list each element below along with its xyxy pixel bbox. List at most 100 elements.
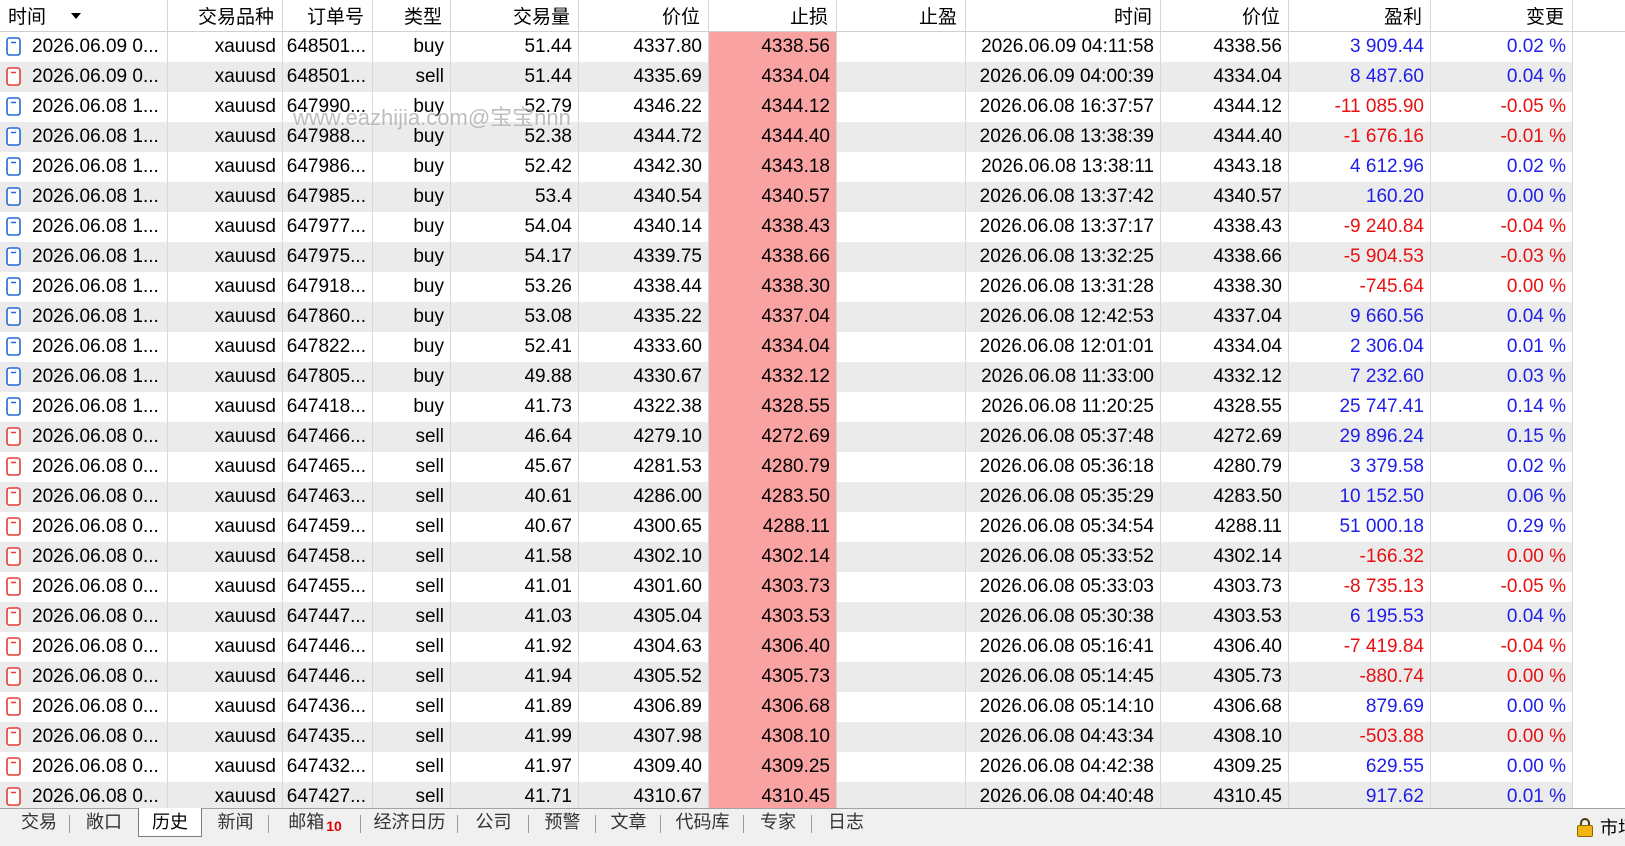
history-row[interactable]: 2026.06.08 0... xauusd 647446... sell 41.94 4… (0, 662, 1625, 692)
history-row[interactable]: 2026.06.08 0... xauusd 647427... sell 41.71 4… (0, 782, 1625, 808)
column-header-label: 时间 (8, 7, 47, 28)
history-row[interactable]: 2026.06.08 1... xauusd 647986... buy 52.42 43… (0, 152, 1625, 182)
open-price-value: 4286.00 (633, 486, 702, 507)
type-value: sell (415, 666, 444, 687)
order-id-value: 647447... (286, 606, 366, 627)
order-id-cell: 647418... (283, 392, 373, 422)
tab-market[interactable]: 市场 (1574, 809, 1625, 845)
change-cell: 0.02 % (1431, 32, 1573, 62)
tab-code-base[interactable]: 代码库 (661, 808, 744, 837)
volume-cell: 53.4 (451, 182, 579, 212)
type-cell: sell (373, 512, 451, 542)
column-header-symbol[interactable]: 交易品种 (168, 0, 283, 31)
column-header-label: 交易量 (512, 7, 570, 28)
volume-cell: 54.17 (451, 242, 579, 272)
close-time-value: 2026.06.08 04:42:38 (979, 756, 1154, 777)
profit-cell: 10 152.50 (1289, 482, 1431, 512)
history-row[interactable]: 2026.06.08 0... xauusd 647459... sell 40.67 4… (0, 512, 1625, 542)
sell-order-icon (6, 667, 21, 686)
history-row[interactable]: 2026.06.08 0... xauusd 647446... sell 41.92 4… (0, 632, 1625, 662)
column-header-open-price[interactable]: 价位 (579, 0, 709, 31)
tab-alerts[interactable]: 预警 (529, 808, 596, 837)
symbol-value: xauusd (214, 366, 276, 387)
history-row[interactable]: 2026.06.08 0... xauusd 647435... sell 41.99 4… (0, 722, 1625, 752)
column-header-open-time[interactable]: 时间 (0, 0, 168, 31)
stop-loss-cell: 4280.79 (709, 452, 837, 482)
history-row[interactable]: 2026.06.08 1... xauusd 647975... buy 54.17 43… (0, 242, 1625, 272)
history-row[interactable]: 2026.06.08 1... xauusd 647977... buy 54.04 43… (0, 212, 1625, 242)
symbol-value: xauusd (214, 726, 276, 747)
tab-experts[interactable]: 专家 (744, 808, 812, 837)
column-header-type[interactable]: 类型 (373, 0, 451, 31)
history-row[interactable]: 2026.06.08 0... xauusd 647458... sell 41.58 4… (0, 542, 1625, 572)
history-row[interactable]: 2026.06.08 0... xauusd 647436... sell 41.89 4… (0, 692, 1625, 722)
tab-company[interactable]: 公司 (458, 808, 529, 837)
history-row[interactable]: 2026.06.08 0... xauusd 647465... sell 45.67 4… (0, 452, 1625, 482)
open-price-cell: 4300.65 (579, 512, 709, 542)
history-row[interactable]: 2026.06.08 1... xauusd 647805... buy 49.88 43… (0, 362, 1625, 392)
change-value: 0.04 % (1506, 606, 1566, 627)
close-price-value: 4340.57 (1213, 186, 1282, 207)
history-row[interactable]: 2026.06.08 1... xauusd 647860... buy 53.08 43… (0, 302, 1625, 332)
type-cell: buy (373, 182, 451, 212)
history-row[interactable]: 2026.06.08 1... xauusd 647418... buy 41.73 43… (0, 392, 1625, 422)
change-value: 0.00 % (1506, 186, 1566, 207)
history-row[interactable]: 2026.06.08 1... xauusd 647988... buy 52.38 43… (0, 122, 1625, 152)
symbol-cell: xauusd (168, 452, 283, 482)
stop-loss-value: 4302.14 (761, 546, 830, 567)
open-time-cell: 2026.06.08 0... (0, 782, 168, 808)
volume-cell: 40.67 (451, 512, 579, 542)
history-row[interactable]: 2026.06.09 0... xauusd 648501... sell 51.44 4… (0, 62, 1625, 92)
history-row[interactable]: 2026.06.08 0... xauusd 647463... sell 40.61 4… (0, 482, 1625, 512)
tab-history[interactable]: 历史 (138, 808, 202, 837)
history-row[interactable]: 2026.06.08 1... xauusd 647990... buy 52.79 43… (0, 92, 1625, 122)
order-id-cell: 647436... (283, 692, 373, 722)
history-row[interactable]: 2026.06.08 1... xauusd 647985... buy 53.4 434… (0, 182, 1625, 212)
history-row[interactable]: 2026.06.08 1... xauusd 647822... buy 52.41 43… (0, 332, 1625, 362)
history-row[interactable]: 2026.06.08 0... xauusd 647455... sell 41.01 4… (0, 572, 1625, 602)
history-row[interactable]: 2026.06.08 0... xauusd 647466... sell 46.64 4… (0, 422, 1625, 452)
type-value: sell (415, 726, 444, 747)
type-cell: buy (373, 332, 451, 362)
tab-exposure[interactable]: 敞口 (70, 808, 138, 837)
order-id-value: 648501... (286, 36, 366, 57)
tab-trade[interactable]: 交易 (8, 808, 70, 837)
type-value: sell (415, 786, 444, 807)
history-row[interactable]: 2026.06.09 0... xauusd 648501... buy 51.44 43… (0, 32, 1625, 62)
take-profit-cell (837, 152, 966, 182)
order-id-cell: 647977... (283, 212, 373, 242)
open-price-value: 4342.30 (633, 156, 702, 177)
column-header-change[interactable]: 变更 (1431, 0, 1573, 31)
symbol-cell: xauusd (168, 182, 283, 212)
history-row[interactable]: 2026.06.08 1... xauusd 647918... buy 53.26 43… (0, 272, 1625, 302)
tab-journal[interactable]: 日志 (812, 808, 880, 837)
column-header-close-price[interactable]: 价位 (1161, 0, 1289, 31)
change-value: 0.00 % (1506, 546, 1566, 567)
open-time-cell: 2026.06.09 0... (0, 32, 168, 62)
volume-value: 54.04 (524, 216, 572, 237)
column-header-label: 价位 (1241, 7, 1280, 28)
change-value: 0.29 % (1506, 516, 1566, 537)
change-value: 0.01 % (1506, 786, 1566, 807)
close-price-cell: 4283.50 (1161, 482, 1289, 512)
tab-articles[interactable]: 文章 (596, 808, 661, 837)
column-header-volume[interactable]: 交易量 (451, 0, 579, 31)
tab-mailbox[interactable]: 邮箱 10 (269, 808, 361, 837)
tab-label: 敞口 (86, 812, 122, 832)
order-id-value: 647990... (286, 96, 366, 117)
close-time-value: 2026.06.08 11:20:25 (981, 396, 1154, 417)
history-row[interactable]: 2026.06.08 0... xauusd 647432... sell 41.97 4… (0, 752, 1625, 782)
tab-news[interactable]: 新闻 (202, 808, 269, 837)
column-header-profit[interactable]: 盈利 (1289, 0, 1431, 31)
column-header-stop-loss[interactable]: 止损 (709, 0, 837, 31)
column-header-close-time[interactable]: 时间 (966, 0, 1161, 31)
tab-economic-calendar[interactable]: 经济日历 (361, 808, 458, 837)
change-cell: -0.04 % (1431, 632, 1573, 662)
column-header-order-id[interactable]: 订单号 (283, 0, 373, 31)
close-time-cell: 2026.06.08 11:33:00 (966, 362, 1161, 392)
close-price-value: 4337.04 (1213, 306, 1282, 327)
change-cell: 0.04 % (1431, 62, 1573, 92)
order-id-cell: 647988... (283, 122, 373, 152)
history-row[interactable]: 2026.06.08 0... xauusd 647447... sell 41.03 4… (0, 602, 1625, 632)
column-header-take-profit[interactable]: 止盈 (837, 0, 966, 31)
